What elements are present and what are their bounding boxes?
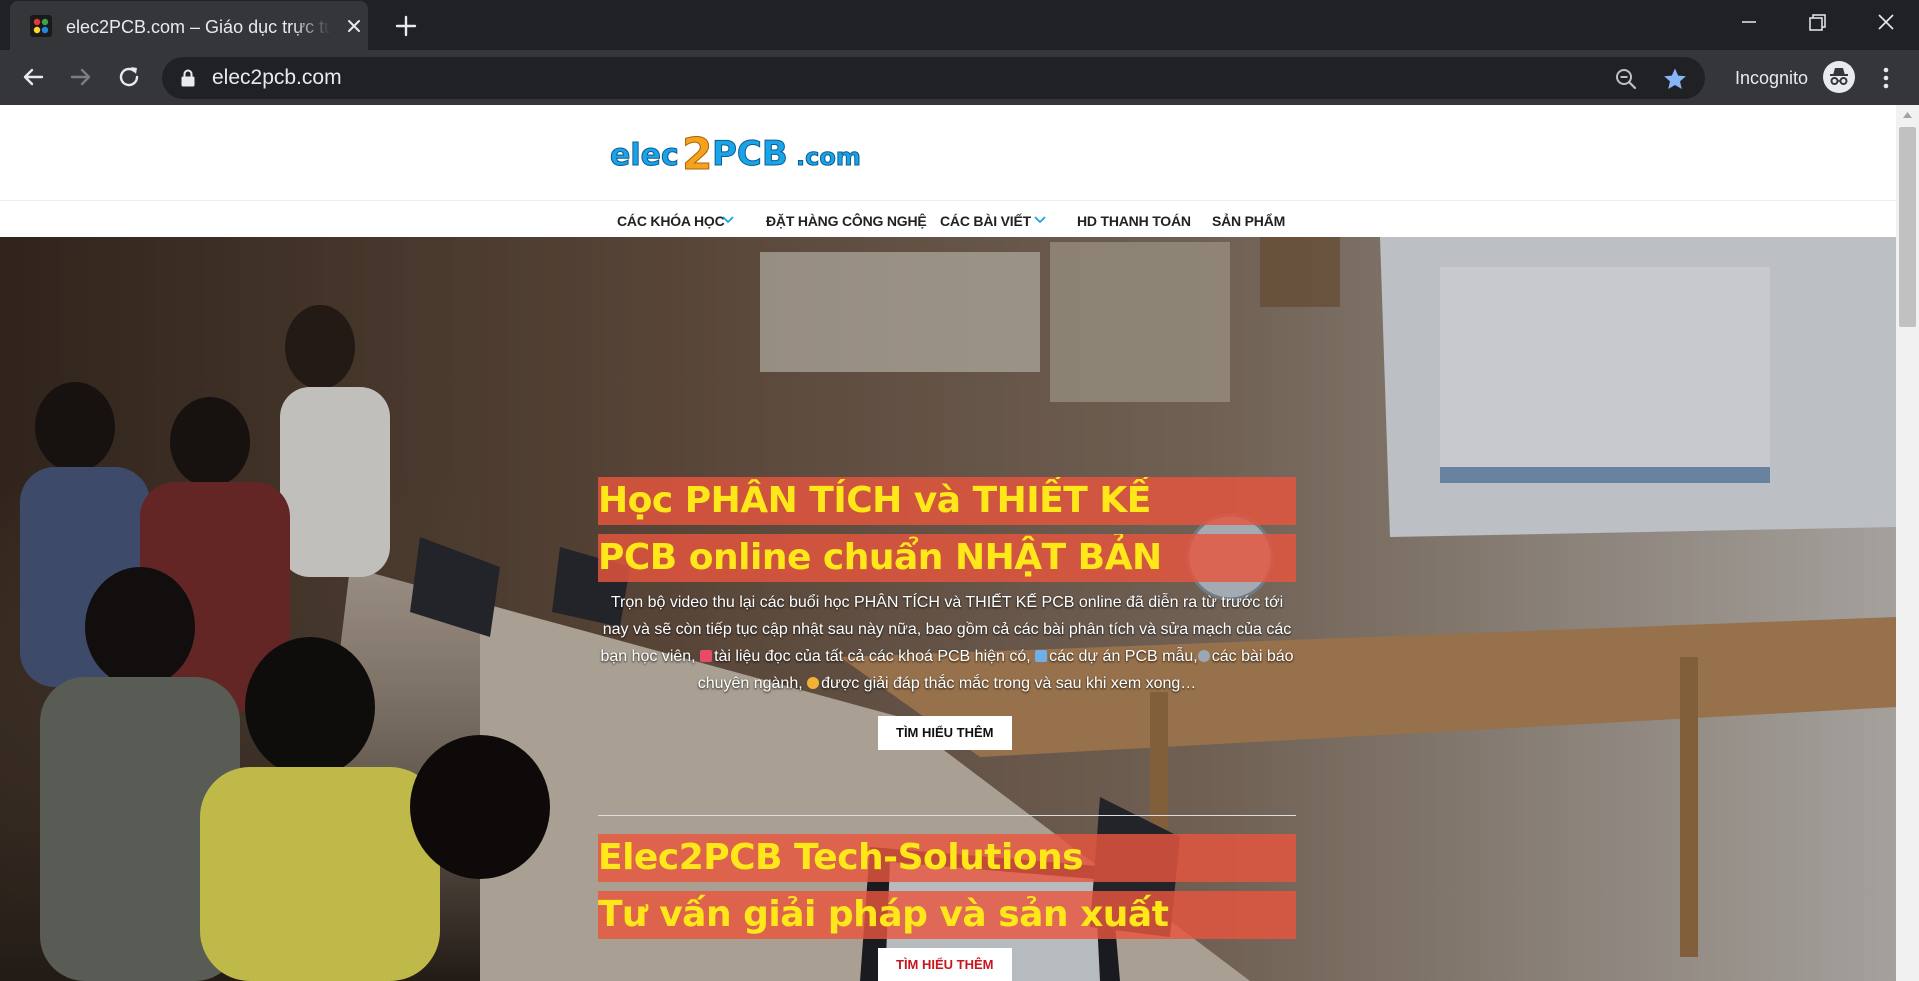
nav-tech-order[interactable]: ĐẶT HÀNG CÔNG NGHỆ (766, 213, 927, 229)
bookmark-star-icon[interactable] (1662, 66, 1688, 92)
close-window-icon[interactable] (1866, 8, 1906, 36)
person-emoji-icon (807, 677, 820, 689)
hero1-headline-line2: PCB online chuẩn NHẬT BẢN (598, 534, 1296, 582)
site-favicon-icon (30, 15, 52, 37)
main-navigation: CÁC KHÓA HỌC ĐẶT HÀNG CÔNG NGHỆ CÁC BÀI … (0, 201, 1896, 241)
site-logo[interactable]: elec 2 PCB .com (608, 127, 870, 178)
hero2-headline-line2: Tư vấn giải pháp và sản xuất (598, 891, 1296, 939)
new-tab-plus-icon[interactable] (393, 13, 419, 39)
chevron-down-icon[interactable] (721, 215, 735, 225)
desc-text-c: các dự án PCB mẫu, (1049, 648, 1198, 665)
svg-text:PCB: PCB (712, 134, 788, 174)
nav-payment-guide[interactable]: HD THANH TOÁN (1077, 213, 1191, 229)
close-tab-icon[interactable] (343, 15, 365, 37)
web-page: elec 2 PCB .com CÁC KHÓA HỌC ĐẶT HÀNG CÔ… (0, 105, 1919, 981)
nav-articles[interactable]: CÁC BÀI VIẾT (940, 213, 1031, 229)
restore-window-icon[interactable] (1797, 8, 1837, 36)
browser-tab[interactable]: elec2PCB.com – Giáo dục trực tuyến (10, 1, 368, 51)
learn-more-button-solutions[interactable]: TÌM HIỂU THÊM (878, 948, 1012, 981)
url-text: elec2pcb.com (212, 66, 342, 89)
desc-text-b: tài liệu đọc của tất cả các khoá PCB hiệ… (714, 648, 1031, 665)
nav-courses[interactable]: CÁC KHÓA HỌC (617, 213, 725, 229)
learn-more-button-courses[interactable]: TÌM HIỂU THÊM (878, 716, 1012, 750)
hero2-headline-line1: Elec2PCB Tech-Solutions (598, 834, 1296, 882)
minimize-window-icon[interactable] (1729, 8, 1769, 36)
address-bar[interactable]: elec2pcb.com (162, 57, 1705, 99)
scroll-up-arrow-icon[interactable] (1902, 111, 1913, 119)
tab-title: elec2PCB.com – Giáo dục trực tuyến (66, 17, 331, 37)
site-header: elec 2 PCB .com (0, 105, 1896, 201)
desc-text-e: được giải đáp thắc mắc trong và sau khi … (821, 675, 1197, 692)
hero1-description: Trọn bộ video thu lại các buổi học PHÂN … (598, 589, 1296, 697)
svg-text:.com: .com (796, 143, 861, 171)
browser-toolbar: elec2pcb.com Incognito (0, 50, 1919, 105)
incognito-icon[interactable] (1823, 61, 1855, 93)
back-arrow-icon[interactable] (18, 62, 48, 92)
tab-strip: elec2PCB.com – Giáo dục trực tuyến (0, 0, 1919, 51)
forward-arrow-icon[interactable] (66, 62, 96, 92)
svg-text:elec: elec (610, 138, 679, 173)
book-emoji-icon (700, 650, 713, 662)
magnifier-emoji-icon (1197, 650, 1210, 662)
svg-text:2: 2 (682, 129, 713, 177)
lock-icon (181, 69, 195, 87)
incognito-label: Incognito (1735, 68, 1809, 88)
chart-emoji-icon (1035, 650, 1048, 662)
hero-divider (598, 815, 1296, 816)
page-scrollbar[interactable] (1896, 105, 1919, 981)
chevron-down-icon[interactable] (1033, 215, 1047, 225)
reload-icon[interactable] (114, 62, 144, 92)
more-menu-icon[interactable] (1873, 64, 1899, 92)
hero1-headline-line1: Học PHÂN TÍCH và THIẾT KẾ (598, 477, 1296, 525)
nav-products[interactable]: SẢN PHẨM (1212, 213, 1285, 229)
zoom-out-icon[interactable] (1614, 67, 1638, 91)
scrollbar-thumb[interactable] (1899, 127, 1916, 327)
hero-banner: Học PHÂN TÍCH và THIẾT KẾ PCB online chu… (0, 237, 1896, 981)
